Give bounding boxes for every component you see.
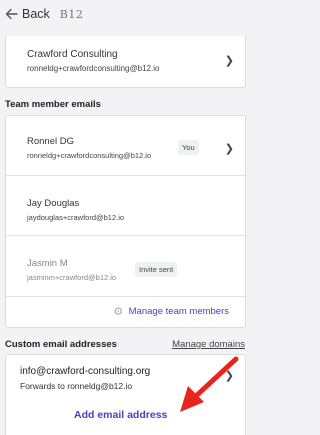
you-badge: You [178,140,199,155]
arrow-left-icon [5,8,18,20]
add-email-address-button[interactable]: Add email address [74,409,167,421]
team-section-title: Team member emails [5,99,101,110]
member-name: Jasmin M [27,258,68,269]
team-member-row[interactable]: Ronnel DG ronneldg+crawfordconsulting@b1… [6,116,245,176]
back-label: Back [22,7,50,21]
custom-address-card: info@crawford-consulting.org Forwards to… [5,354,246,435]
team-member-row[interactable]: Jasmin M jasminm+crawford@b12.io Invite … [6,236,245,297]
member-name: Ronnel DG [27,136,74,147]
member-email: jaydouglas+crawford@b12.io [27,213,125,222]
manage-team-row: ⚙ Manage team members [6,297,245,328]
team-members-card: Ronnel DG ronneldg+crawfordconsulting@b1… [5,115,246,328]
chevron-right-icon[interactable]: ❯ [225,369,234,382]
team-member-row[interactable]: Jay Douglas jaydouglas+crawford@b12.io [6,176,245,236]
back-button[interactable]: Back [5,7,50,21]
chevron-right-icon: ❯ [224,143,234,155]
company-card[interactable]: Crawford Consulting ronneldg+crawfordcon… [5,36,246,88]
custom-address[interactable]: info@crawford-consulting.org [20,366,150,377]
forwarding-address: Forwards to ronneldg@b12.io [20,381,133,391]
company-name: Crawford Consulting [27,49,118,60]
gear-icon: ⚙ [113,306,124,318]
manage-domains-link[interactable]: Manage domains [172,339,245,350]
custom-section-title: Custom email addresses [5,339,117,350]
member-email: jasminm+crawford@b12.io [27,273,117,282]
brand-logo: B12 [59,7,84,21]
chevron-right-icon: ❯ [224,55,234,67]
company-email: ronneldg+crawfordconsulting@b12.io [27,64,160,73]
invite-status-badge: Invite sent [135,262,178,277]
manage-team-members-label: Manage team members [128,306,229,317]
member-name: Jay Douglas [27,198,80,209]
manage-team-members-link[interactable]: ⚙ Manage team members [113,306,229,318]
member-email: ronneldg+crawfordconsulting@b12.io [27,151,152,160]
top-bar: Back B12 [0,0,250,28]
